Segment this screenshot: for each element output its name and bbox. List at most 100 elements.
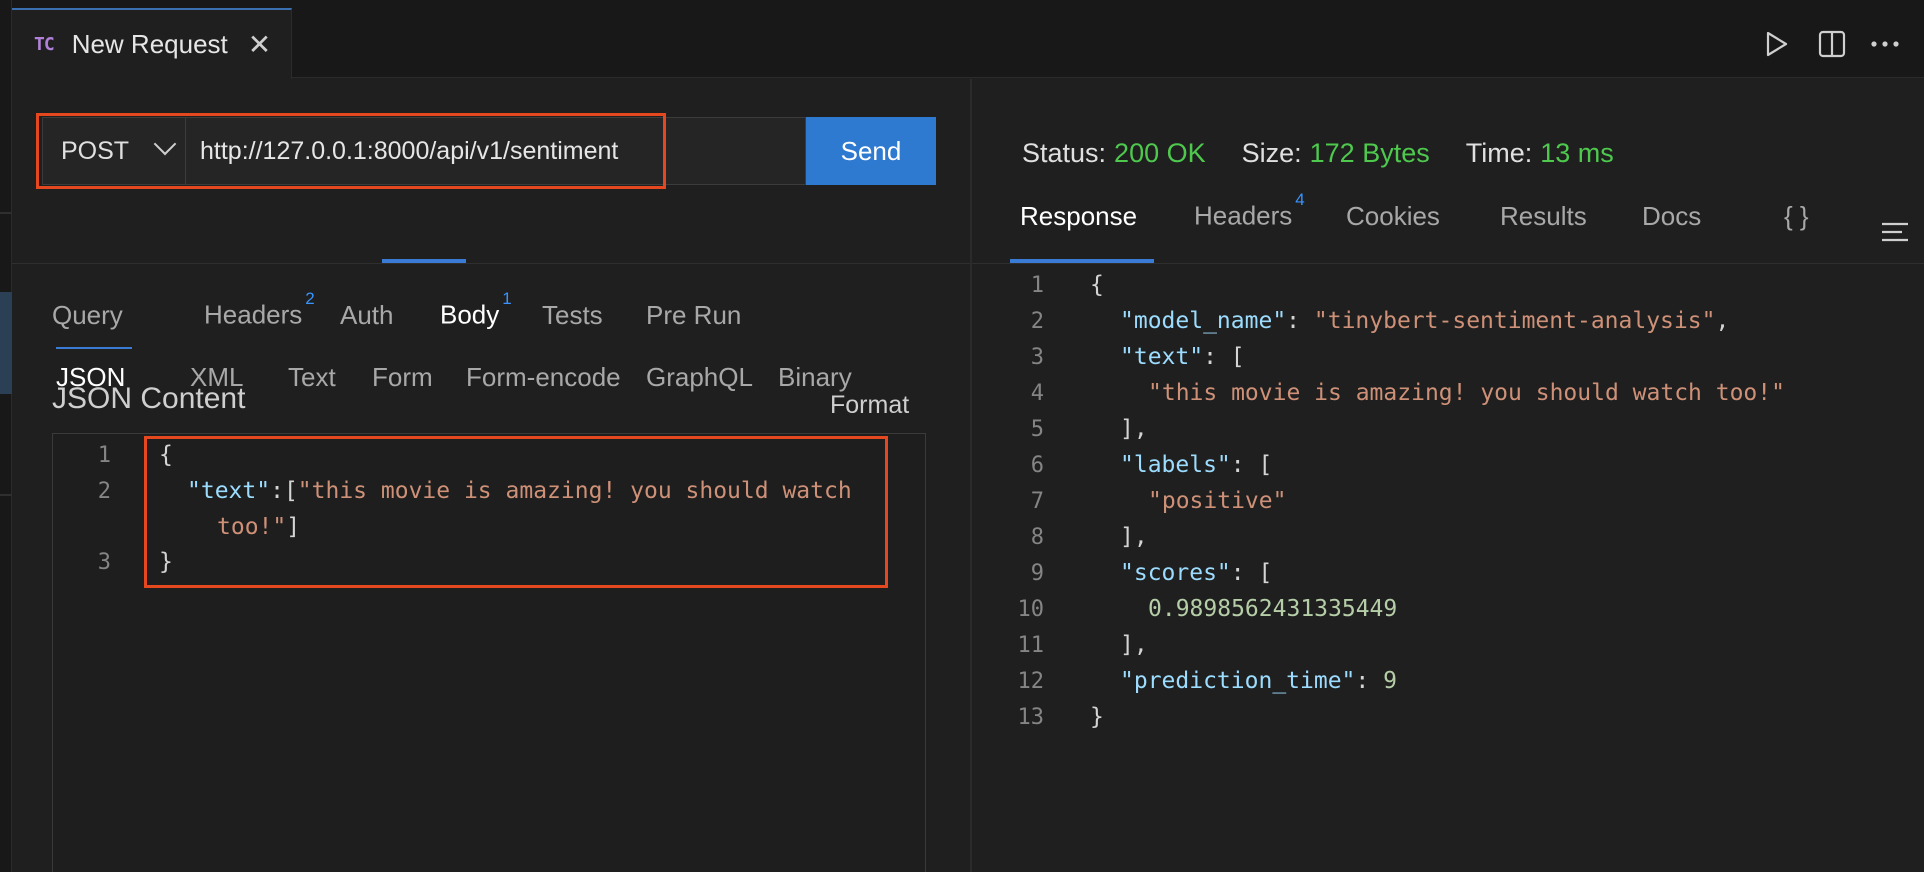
braces-icon[interactable]: { }	[1784, 201, 1809, 232]
line-number: 7	[1030, 489, 1044, 514]
json-key: "model_name"	[1120, 308, 1287, 334]
json-string: "this movie is amazing! you should watch…	[1148, 380, 1785, 406]
line-number: 1	[97, 443, 111, 468]
json-string: "tinybert-sentiment-analysis"	[1313, 308, 1716, 334]
tab-title: New Request	[71, 29, 228, 59]
line-number: 13	[1017, 705, 1045, 730]
size-label: Size:	[1241, 137, 1302, 168]
line-number: 5	[1030, 417, 1044, 442]
split-editor-icon[interactable]	[1818, 30, 1846, 58]
activity-bar	[0, 0, 12, 872]
tab-tests[interactable]: Tests	[542, 300, 603, 331]
headers-count-badge: 2	[305, 289, 315, 309]
code-line: "text": [	[1120, 344, 1245, 370]
body-type-form-encode[interactable]: Form-encode	[466, 362, 621, 393]
body-type-text[interactable]: Text	[288, 362, 336, 393]
run-icon[interactable]	[1764, 30, 1790, 58]
line-number: 3	[97, 550, 111, 575]
code-line: }	[159, 549, 173, 575]
more-actions-icon[interactable]	[1870, 40, 1900, 48]
response-body-viewer[interactable]: 1 2 3 4 5 6 7 8 9 10 11 12 13 { "model_n…	[972, 265, 1924, 872]
line-number: 8	[1030, 525, 1044, 550]
thunder-client-icon: TC	[34, 34, 55, 55]
json-string: too!"	[217, 514, 287, 540]
activity-divider	[0, 494, 12, 496]
tab-headers[interactable]: Headers2	[204, 289, 315, 331]
code-line: {	[159, 442, 173, 468]
code-line: too!"]	[217, 514, 301, 540]
code-line: ],	[1120, 524, 1148, 550]
method-value: POST	[61, 136, 130, 165]
json-string: "positive"	[1148, 488, 1287, 514]
line-number: 11	[1017, 633, 1045, 658]
json-key: "text"	[187, 478, 271, 504]
json-content-title: JSON Content	[52, 382, 246, 415]
tab-results[interactable]: Results	[1500, 201, 1587, 232]
body-type-form[interactable]: Form	[372, 362, 433, 393]
line-number: 9	[1030, 561, 1044, 586]
code-line: ],	[1120, 416, 1148, 442]
tab-response-headers[interactable]: Headers4	[1194, 190, 1305, 232]
tab-cookies[interactable]: Cookies	[1346, 201, 1440, 232]
tab-query[interactable]: Query	[52, 300, 123, 331]
json-string: "this movie is amazing! you should watch	[297, 478, 852, 504]
code-line: "prediction_time": 9	[1120, 668, 1397, 694]
line-number: 2	[97, 479, 111, 504]
status-value: 200 OK	[1114, 137, 1206, 168]
response-headers-count-badge: 4	[1295, 190, 1305, 210]
line-number: 4	[1030, 381, 1044, 406]
time-label: Time:	[1465, 137, 1533, 168]
json-key: "labels"	[1120, 452, 1231, 478]
json-number: 9	[1383, 668, 1397, 694]
tab-docs[interactable]: Docs	[1642, 201, 1701, 232]
tab-body[interactable]: Body1	[440, 289, 512, 331]
code-line: ],	[1120, 632, 1148, 658]
response-status-bar: Status: 200 OK Size: 172 Bytes Time: 13 …	[1022, 137, 1650, 169]
tab-pre-run[interactable]: Pre Run	[646, 300, 741, 331]
size-value: 172 Bytes	[1309, 137, 1430, 168]
line-number: 3	[1030, 345, 1044, 370]
tab-new-request[interactable]: TC New Request ✕	[12, 8, 292, 79]
code-line: 0.9898562431335449	[1148, 596, 1397, 622]
body-type-graphql[interactable]: GraphQL	[646, 362, 753, 393]
divider	[12, 263, 970, 264]
response-panel: Status: 200 OK Size: 172 Bytes Time: 13 …	[972, 79, 1924, 872]
line-number: 6	[1030, 453, 1044, 478]
activity-divider	[0, 212, 12, 214]
line-number: 2	[1030, 309, 1044, 334]
tab-response[interactable]: Response	[1020, 201, 1137, 232]
code-line: "model_name": "tinybert-sentiment-analys…	[1120, 308, 1730, 334]
json-key: "prediction_time"	[1120, 668, 1356, 694]
body-type-binary[interactable]: Binary	[778, 362, 852, 393]
code-line: {	[1090, 272, 1104, 298]
method-select[interactable]: POST	[42, 117, 186, 185]
status-label: Status:	[1022, 137, 1107, 168]
line-number: 12	[1017, 669, 1045, 694]
format-button[interactable]: Format	[830, 391, 909, 420]
url-bar: POST Send	[42, 117, 936, 185]
time-value: 13 ms	[1540, 137, 1614, 168]
editor-tab-bar: TC New Request ✕	[12, 0, 1924, 79]
send-button[interactable]: Send	[806, 117, 936, 185]
json-key: "text"	[1120, 344, 1204, 370]
close-icon[interactable]: ✕	[248, 30, 271, 59]
line-number: 1	[1030, 273, 1044, 298]
url-input[interactable]	[186, 117, 806, 185]
chevron-down-icon	[153, 132, 177, 156]
json-number: 0.9898562431335449	[1148, 596, 1398, 622]
code-line: "positive"	[1148, 488, 1286, 514]
activity-selected-indicator	[0, 292, 12, 394]
code-line: "scores": [	[1120, 560, 1273, 586]
request-body-editor[interactable]: 1 2 3 { "text":["this movie is amazing! …	[52, 433, 926, 872]
divider	[972, 263, 1924, 264]
code-line: }	[1090, 704, 1104, 730]
tab-auth[interactable]: Auth	[340, 300, 394, 331]
active-body-type-underline	[56, 347, 132, 349]
body-count-badge: 1	[502, 289, 512, 309]
code-line: "text":["this movie is amazing! you shou…	[187, 478, 852, 504]
code-line: "this movie is amazing! you should watch…	[1148, 380, 1785, 406]
hamburger-menu-icon[interactable]	[1880, 221, 1910, 243]
json-key: "scores"	[1120, 560, 1231, 586]
code-line: "labels": [	[1120, 452, 1273, 478]
line-number: 10	[1017, 597, 1045, 622]
